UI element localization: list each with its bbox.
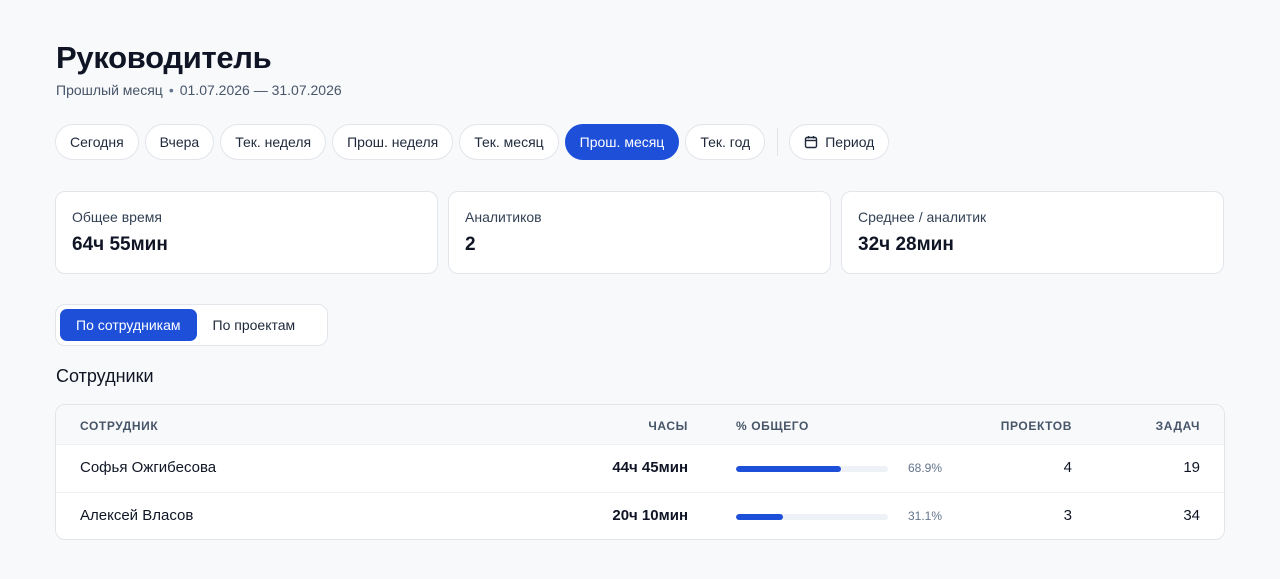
filter-previous-month[interactable]: Прош. месяц	[564, 124, 680, 160]
card-total-time: Общее время 64ч 55мин	[55, 191, 438, 274]
column-projects[interactable]: Проектов	[972, 419, 1072, 433]
employee-name: Софья Ожгибесова	[80, 459, 217, 476]
filter-current-week[interactable]: Тек. неделя	[220, 124, 327, 160]
calendar-icon	[805, 136, 818, 149]
filter-today[interactable]: Сегодня	[55, 124, 139, 160]
filter-yesterday[interactable]: Вчера	[144, 124, 215, 160]
employee-name: Алексей Власов	[80, 507, 194, 524]
share-bar	[736, 466, 888, 472]
employee-projects: 3	[1063, 507, 1072, 524]
period-range: 01.07.2026 — 31.07.2026	[179, 82, 342, 98]
employee-tasks: 19	[1183, 459, 1200, 476]
share-percent: 68.9%	[908, 461, 943, 475]
view-toggle: По сотрудникам По проектам	[55, 304, 328, 346]
filter-current-year[interactable]: Тек. год	[685, 124, 766, 160]
tab-by-employees[interactable]: По сотрудникам	[60, 309, 197, 341]
column-hours[interactable]: Часы	[576, 419, 688, 433]
filter-previous-week[interactable]: Прош. неделя	[332, 124, 454, 160]
share-bar	[736, 514, 888, 520]
employee-hours: 44ч 45мин	[612, 459, 688, 476]
section-title: Сотрудники	[56, 366, 154, 386]
employees-table: Сотрудник Часы % общего Проектов Задач С…	[55, 404, 1225, 540]
share-percent: 31.1%	[908, 509, 943, 523]
period-filters: Сегодня Вчера Тек. неделя Прош. неделя Т…	[55, 124, 895, 160]
employee-projects: 4	[1063, 459, 1072, 476]
share-bar-fill	[736, 514, 784, 520]
page-title: Руководитель	[56, 40, 272, 75]
table-row[interactable]: Софья Ожгибесова 44ч 45мин 68.9% 4 19	[56, 445, 1224, 493]
column-share[interactable]: % общего	[736, 419, 809, 433]
column-employee[interactable]: Сотрудник	[80, 419, 158, 433]
employee-hours: 20ч 10мин	[612, 507, 688, 524]
table-row[interactable]: Алексей Власов 20ч 10мин 31.1% 3 34	[56, 493, 1224, 539]
table-header: Сотрудник Часы % общего Проектов Задач	[56, 405, 1224, 445]
summary-cards: Общее время 64ч 55мин Аналитиков 2 Средн…	[55, 191, 1224, 274]
page-subtitle: Прошлый месяц • 01.07.2026 — 31.07.2026	[56, 82, 342, 98]
filters-divider	[777, 128, 779, 156]
custom-period-button[interactable]: Период	[789, 124, 890, 160]
card-average-per-analyst: Среднее / аналитик 32ч 28мин	[841, 191, 1224, 274]
period-name: Прошлый месяц	[56, 82, 163, 98]
employee-tasks: 34	[1183, 507, 1200, 524]
card-analysts-count: Аналитиков 2	[448, 191, 831, 274]
separator-dot: •	[168, 82, 174, 98]
filter-current-month[interactable]: Тек. месяц	[459, 124, 559, 160]
tab-by-projects[interactable]: По проектам	[197, 309, 312, 341]
column-tasks[interactable]: Задач	[1100, 419, 1200, 433]
share-bar-fill	[736, 466, 841, 472]
